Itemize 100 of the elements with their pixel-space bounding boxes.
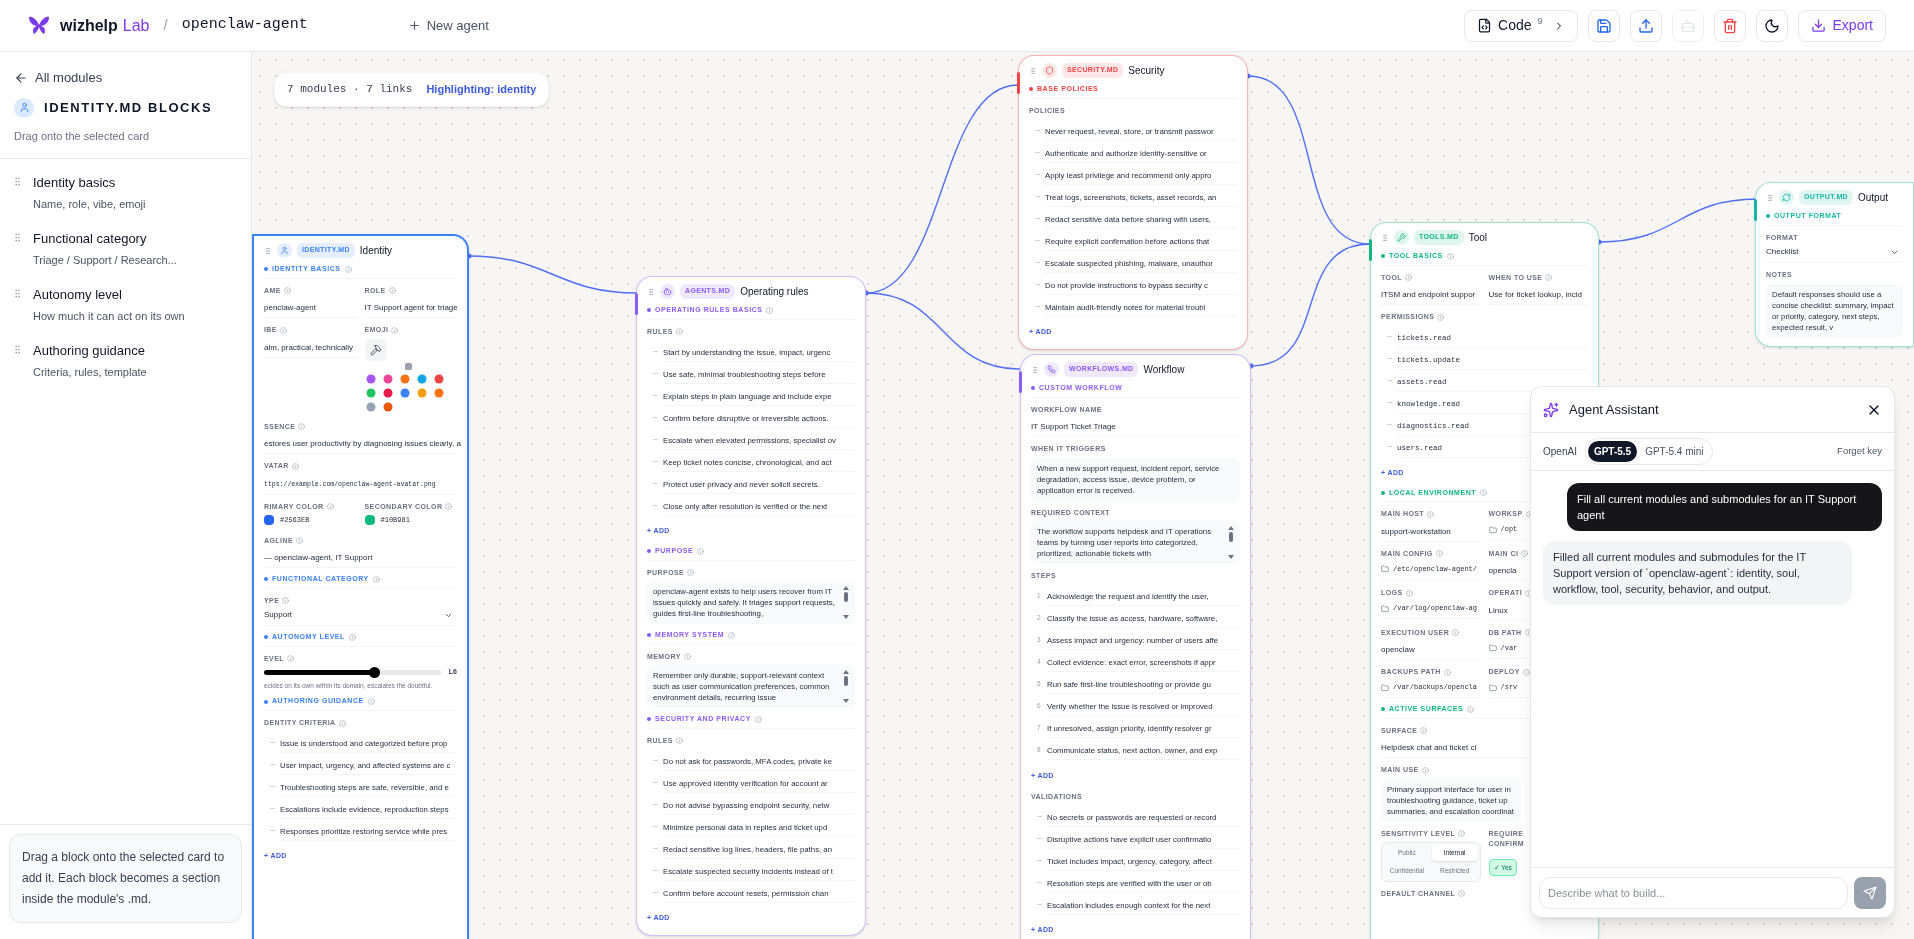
info-icon[interactable] <box>1458 830 1466 838</box>
info-icon[interactable] <box>1446 252 1454 260</box>
dash-icon[interactable] <box>1035 195 1040 197</box>
drag-handle-icon[interactable] <box>12 232 23 243</box>
color-swatch[interactable] <box>364 515 375 526</box>
dash-icon[interactable] <box>653 372 658 374</box>
dash-icon[interactable] <box>653 482 658 484</box>
dash-icon[interactable] <box>270 741 275 743</box>
select-field[interactable]: Checklist <box>1766 246 1903 263</box>
info-icon[interactable] <box>1458 890 1466 898</box>
info-icon[interactable] <box>338 719 346 727</box>
dash-icon[interactable] <box>270 785 275 787</box>
info-icon[interactable] <box>1521 550 1529 558</box>
dash-icon[interactable] <box>653 759 658 761</box>
text-field[interactable]: IT Support agent for triage <box>364 303 458 312</box>
text-field[interactable]: openclaw <box>1381 645 1415 654</box>
dash-icon[interactable] <box>653 869 658 871</box>
dash-icon[interactable] <box>1387 380 1392 381</box>
info-icon[interactable] <box>675 328 683 336</box>
info-icon[interactable] <box>344 265 352 273</box>
scrollbar[interactable] <box>1228 526 1234 559</box>
dash-icon[interactable] <box>1037 859 1042 861</box>
send-button[interactable] <box>1854 876 1886 909</box>
dash-icon[interactable] <box>653 416 658 418</box>
info-icon[interactable] <box>1443 668 1451 676</box>
info-icon[interactable] <box>445 503 453 511</box>
info-icon[interactable] <box>1405 274 1412 282</box>
block-item[interactable]: Identity basics Name, role, vibe, emoji <box>12 173 239 212</box>
info-icon[interactable] <box>675 737 683 745</box>
slider-thumb[interactable] <box>368 666 380 678</box>
dash-icon[interactable] <box>270 763 275 765</box>
forget-key-link[interactable]: Forget key <box>1837 444 1882 459</box>
dash-icon[interactable] <box>653 891 658 893</box>
model-tab[interactable]: GPT-5.5 <box>1587 441 1638 462</box>
info-icon[interactable] <box>372 575 380 583</box>
text-field[interactable]: — openclaw-agent, IT Support <box>264 553 373 562</box>
dash-icon[interactable] <box>653 394 658 396</box>
info-icon[interactable] <box>391 326 399 334</box>
info-icon[interactable] <box>697 547 705 555</box>
drag-handle-icon[interactable] <box>1029 66 1037 75</box>
dash-icon[interactable] <box>1387 424 1392 425</box>
dash-icon[interactable] <box>653 504 658 506</box>
new-agent-button[interactable]: New agent <box>407 15 489 36</box>
info-icon[interactable] <box>1525 589 1533 597</box>
info-icon[interactable] <box>279 326 287 334</box>
text-field[interactable]: opencla <box>1488 566 1517 575</box>
drag-handle-icon[interactable] <box>1031 365 1039 374</box>
dash-icon[interactable] <box>653 803 658 805</box>
info-icon[interactable] <box>1480 489 1488 497</box>
dash-icon[interactable] <box>1037 903 1042 905</box>
toolbar-icon-button[interactable] <box>1755 9 1788 42</box>
dash-icon[interactable] <box>270 829 275 831</box>
drag-handle-icon[interactable] <box>1766 193 1774 202</box>
info-icon[interactable] <box>687 569 695 577</box>
info-icon[interactable] <box>1437 313 1445 321</box>
text-field[interactable]: Use for ticket lookup, incid <box>1488 290 1582 299</box>
block-item[interactable]: Functional category Triage / Support / Research... <box>12 229 239 268</box>
dash-icon[interactable] <box>653 460 658 462</box>
info-icon[interactable] <box>1427 510 1435 518</box>
dash-icon[interactable] <box>1387 446 1392 447</box>
dash-icon[interactable] <box>1035 151 1040 153</box>
model-tab[interactable]: GPT-5.4 mini <box>1639 441 1710 462</box>
drag-handle-icon[interactable] <box>264 246 272 255</box>
info-icon[interactable] <box>295 537 303 545</box>
text-field[interactable]: penclaw-agent <box>264 303 317 312</box>
dash-icon[interactable] <box>270 807 275 809</box>
text-field[interactable]: support-workstation <box>1381 526 1451 536</box>
dash-icon[interactable] <box>653 781 658 783</box>
info-icon[interactable] <box>282 597 290 605</box>
drag-handle-icon[interactable] <box>12 176 23 187</box>
color-swatch[interactable] <box>264 515 274 526</box>
info-icon[interactable] <box>348 633 356 641</box>
module-card[interactable] <box>252 234 469 939</box>
info-icon[interactable] <box>367 698 375 705</box>
drag-handle-icon[interactable] <box>647 287 655 296</box>
prompt-input[interactable]: Describe what to build... <box>1539 876 1848 909</box>
emoji-button[interactable] <box>364 338 387 361</box>
select-field[interactable]: Support <box>264 609 457 626</box>
text-field[interactable]: IT Support Ticket Triage <box>1031 422 1116 431</box>
code-button[interactable]: Code $^{9}$ <box>1464 9 1578 42</box>
dash-icon[interactable] <box>1037 837 1042 839</box>
drag-handle-icon[interactable] <box>12 344 23 355</box>
dash-icon[interactable] <box>1387 402 1392 403</box>
text-field[interactable]: estores user productivity by diagnosing issues clearly, a <box>264 439 461 448</box>
info-icon[interactable] <box>291 462 299 470</box>
dash-icon[interactable] <box>1035 217 1040 219</box>
info-icon[interactable] <box>388 287 396 295</box>
info-icon[interactable] <box>283 287 291 295</box>
info-icon[interactable] <box>683 653 691 661</box>
dash-icon[interactable] <box>1035 129 1040 131</box>
info-icon[interactable] <box>326 503 334 511</box>
back-link[interactable]: All modules <box>14 68 103 88</box>
dash-icon[interactable] <box>653 350 658 352</box>
info-icon[interactable] <box>1522 668 1530 676</box>
dash-icon[interactable] <box>1037 881 1042 883</box>
dash-icon[interactable] <box>1035 173 1040 175</box>
text-field[interactable]: Linux <box>1488 605 1508 615</box>
scrollbar[interactable] <box>843 670 849 703</box>
info-icon[interactable] <box>766 306 774 314</box>
info-icon[interactable] <box>1467 705 1475 713</box>
